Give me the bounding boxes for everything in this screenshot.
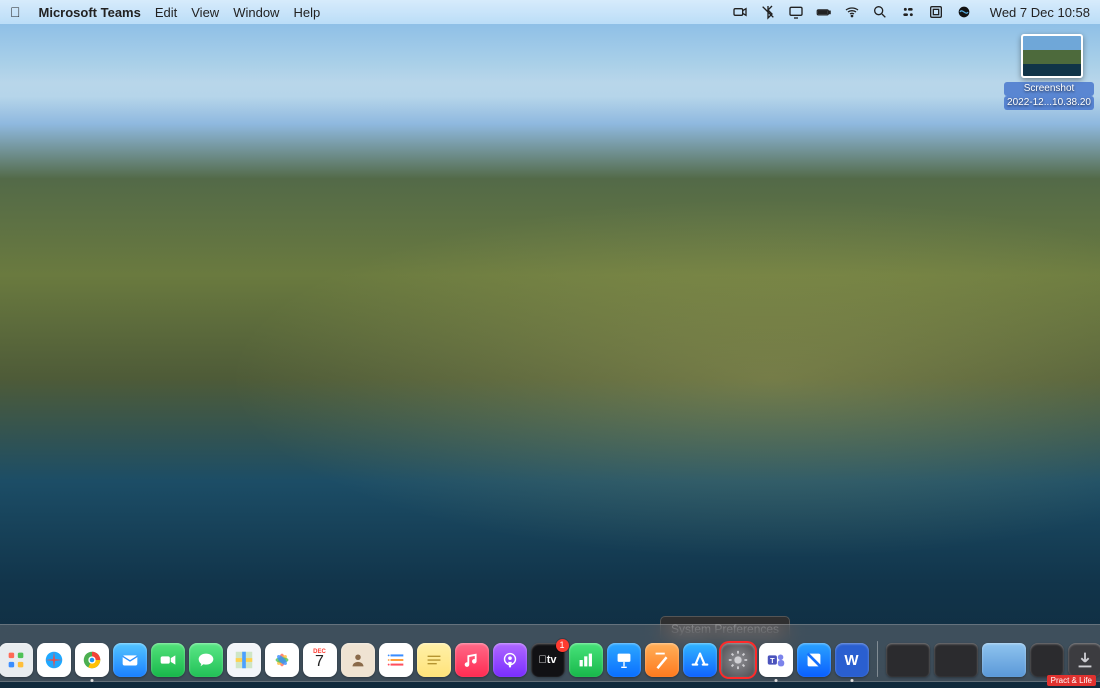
dock-messages[interactable] [189, 643, 223, 677]
dock-tv[interactable]: tv 1 [531, 643, 565, 677]
dock-notes[interactable] [417, 643, 451, 677]
menu-right: Wed 7 Dec 10:58 [732, 4, 1090, 20]
dock-container: DEC 7 tv 1 [0, 624, 1100, 682]
search-icon[interactable] [872, 4, 888, 20]
display-icon[interactable] [788, 4, 804, 20]
tv-badge: 1 [556, 639, 569, 652]
file-thumbnail-icon [1021, 34, 1083, 78]
svg-text:T: T [770, 656, 775, 665]
menu-left:  Microsoft Teams Edit View Window Help [10, 4, 320, 20]
dock: DEC 7 tv 1 [0, 624, 1100, 682]
dock-word[interactable]: W [835, 643, 869, 677]
menu-view[interactable]: View [191, 5, 219, 20]
camera-icon[interactable] [732, 4, 748, 20]
dock-xcode[interactable] [797, 643, 831, 677]
dock-launchpad[interactable] [0, 643, 33, 677]
dock-pages[interactable] [645, 643, 679, 677]
dock-mail[interactable] [113, 643, 147, 677]
app-name[interactable]: Microsoft Teams [39, 5, 141, 20]
file-name-line2: 2022-12...10.38.20 [1004, 96, 1094, 110]
desktop-wallpaper:  Microsoft Teams Edit View Window Help … [0, 0, 1100, 688]
dock-maps[interactable] [227, 643, 261, 677]
menu-edit[interactable]: Edit [155, 5, 177, 20]
dock-chrome[interactable] [75, 643, 109, 677]
dock-podcasts[interactable] [493, 643, 527, 677]
watermark-label: Pract & Life [1047, 675, 1096, 686]
control-center-icon[interactable] [900, 4, 916, 20]
bluetooth-off-icon[interactable] [760, 4, 776, 20]
dock-keynote[interactable] [607, 643, 641, 677]
menu-bar:  Microsoft Teams Edit View Window Help … [0, 0, 1100, 24]
desktop-file-screenshot[interactable]: Screenshot 2022-12...10.38.20 [1018, 34, 1086, 110]
dock-reminders[interactable] [379, 643, 413, 677]
battery-icon[interactable] [816, 4, 832, 20]
dock-photos[interactable] [265, 643, 299, 677]
dock-music[interactable] [455, 643, 489, 677]
dock-recent-4[interactable] [1030, 643, 1064, 677]
dock-teams[interactable]: T [759, 643, 793, 677]
dock-facetime[interactable] [151, 643, 185, 677]
dock-recent-2[interactable] [934, 643, 978, 677]
dock-recent-3[interactable] [982, 643, 1026, 677]
wifi-icon[interactable] [844, 4, 860, 20]
dock-system-preferences[interactable] [721, 643, 755, 677]
dock-downloads[interactable] [1068, 643, 1100, 677]
menu-window[interactable]: Window [233, 5, 279, 20]
dock-contacts[interactable] [341, 643, 375, 677]
clock[interactable]: Wed 7 Dec 10:58 [990, 5, 1090, 20]
screenshot-util-icon[interactable] [928, 4, 944, 20]
dock-appstore[interactable] [683, 643, 717, 677]
dock-recent-1[interactable] [886, 643, 930, 677]
dock-numbers[interactable] [569, 643, 603, 677]
dock-safari[interactable] [37, 643, 71, 677]
apple-menu[interactable]:  [10, 4, 21, 20]
siri-icon[interactable] [956, 4, 972, 20]
dock-calendar[interactable]: DEC 7 [303, 643, 337, 677]
calendar-day: 7 [315, 655, 324, 669]
menu-help[interactable]: Help [293, 5, 320, 20]
dock-separator [877, 641, 878, 677]
file-name-line1: Screenshot [1004, 82, 1094, 96]
